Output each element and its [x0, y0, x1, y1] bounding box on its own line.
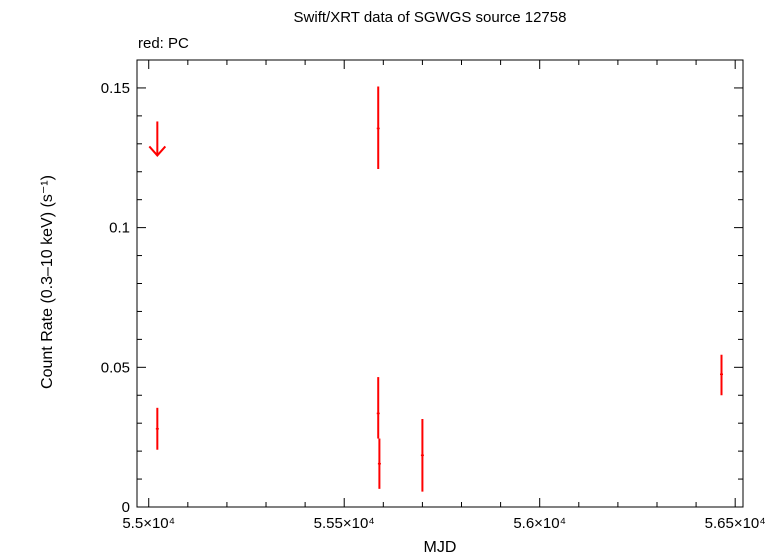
x-tick-label: 5.55×10⁴	[314, 515, 375, 532]
y-tick-label: 0	[122, 499, 130, 516]
y-tick-label: 0.15	[101, 80, 130, 97]
axis-ticks	[137, 59, 743, 508]
series-legend: red: PC	[138, 35, 189, 52]
x-tick-label: 5.65×10⁴	[705, 515, 766, 532]
y-tick-label: 0.1	[109, 220, 130, 237]
axis-tick-labels: 5.5×10⁴ 5.55×10⁴ 5.6×10⁴ 5.65×10⁴ 0 0.05 0.1 0.…	[101, 80, 766, 532]
light-curve-chart: Swift/XRT data of SGWGS source 12758 red…	[39, 9, 766, 554]
y-tick-label: 0.05	[101, 359, 130, 376]
chart-title: Swift/XRT data of SGWGS source 12758	[294, 9, 567, 26]
x-tick-label: 5.6×10⁴	[513, 515, 566, 532]
y-axis-title: Count Rate (0.3–10 keV) (s⁻¹)	[39, 175, 56, 389]
data-marks	[148, 86, 723, 492]
upper-limit-arrow	[148, 121, 167, 157]
x-tick-label: 5.5×10⁴	[122, 515, 175, 532]
plot-frame	[136, 59, 744, 508]
x-axis-title: MJD	[424, 539, 457, 554]
